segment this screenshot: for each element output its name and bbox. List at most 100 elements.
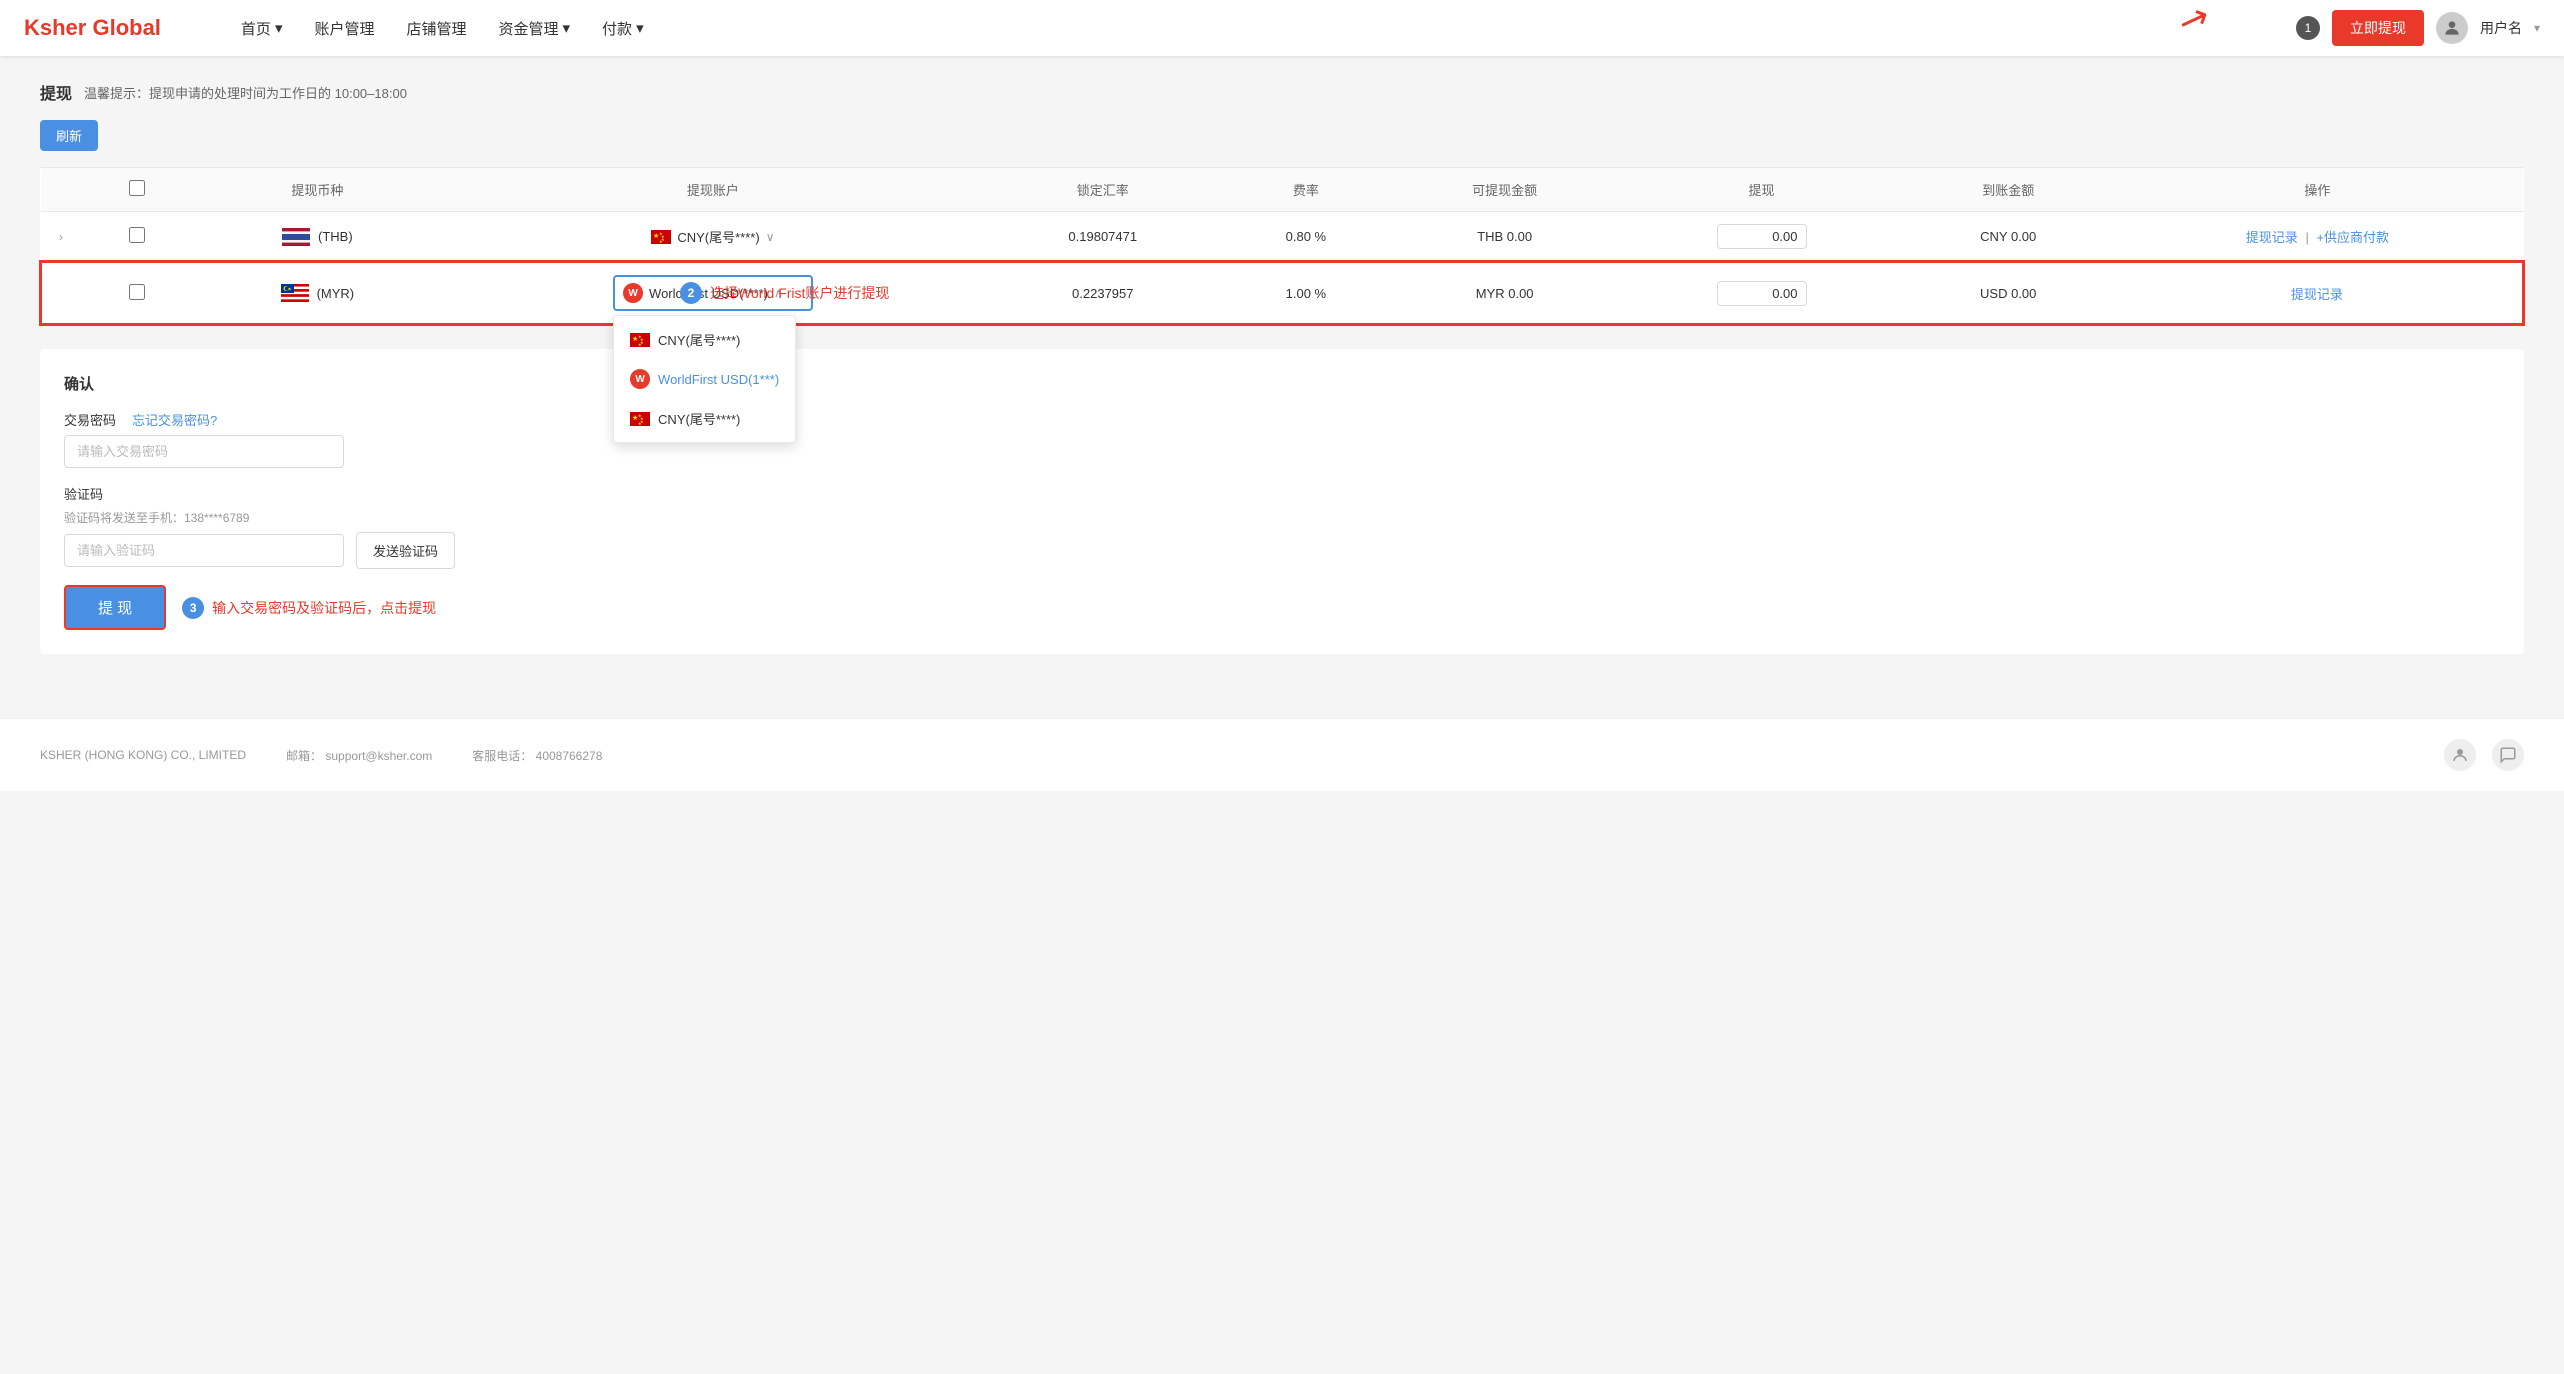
col-check (81, 168, 194, 212)
row-checkbox[interactable] (129, 227, 145, 243)
footer-company: KSHER (HONG KONG) CO., LIMITED (40, 748, 246, 762)
col-rate: 锁定汇率 (985, 168, 1221, 212)
action-cell: 提现记录 | +供应商付款 (2112, 212, 2523, 263)
notification-badge[interactable]: 1 (2296, 16, 2320, 40)
row-checkbox[interactable] (129, 284, 145, 300)
page-title: 提现 (40, 80, 72, 104)
dropdown-option-cny1[interactable]: ★ ★ ★ ★ ★ CNY(尾号****) (614, 320, 795, 359)
phone-hint: 验证码将发送至手机：138****6789 (64, 509, 2500, 526)
notice-text: 温馨提示：提现申请的处理时间为工作日的 10:00–18:00 (84, 83, 407, 102)
account-dropdown-menu: ★ ★ ★ ★ ★ CNY(尾号****) W (613, 315, 796, 443)
nav-funds[interactable]: 资金管理 ▾ (499, 18, 571, 39)
worldfirst-icon: W (623, 283, 643, 303)
currency-cell-myr: (MYR) (194, 262, 442, 324)
withdraw-record-link[interactable]: 提现记录 (2246, 230, 2298, 245)
table-row: › (THB) (41, 212, 2523, 263)
chevron-down-icon: ▾ (275, 19, 283, 37)
code-input[interactable] (64, 534, 344, 567)
password-input[interactable] (64, 435, 344, 468)
fee-rate-cell-myr: 1.00 % (1221, 262, 1391, 324)
main-content: 提现 温馨提示：提现申请的处理时间为工作日的 10:00–18:00 刷新 提现… (0, 56, 2564, 678)
thailand-flag-icon (282, 228, 310, 246)
logo: Ksher Global (24, 15, 161, 41)
svg-text:★: ★ (659, 239, 663, 244)
table-header: 提现币种 提现账户 锁定汇率 费率 可提现金额 提现 到账金额 操作 (41, 168, 2523, 212)
footer-user-icon (2444, 739, 2476, 771)
footer-email: 邮箱： support@ksher.com (286, 747, 432, 764)
code-row: 发送验证码 (64, 532, 2500, 569)
check-cell (81, 262, 194, 324)
footer: KSHER (HONG KONG) CO., LIMITED 邮箱： suppo… (0, 718, 2564, 791)
malaysia-flag-icon (281, 284, 309, 302)
password-label: 交易密码 (64, 410, 116, 429)
code-label: 验证码 (64, 484, 2500, 503)
dropdown-option-cny2[interactable]: ★ ★ ★ ★ ★ CNY(尾号****) (614, 399, 795, 438)
col-available: 可提现金额 (1391, 168, 1619, 212)
footer-phone: 客服电话： 4008766278 (472, 747, 602, 764)
withdraw-action-button[interactable]: 提 现 (64, 585, 166, 630)
main-nav: 首页 ▾ 账户管理 店铺管理 资金管理 ▾ 付款 ▾ (241, 18, 2296, 39)
col-fee: 费率 (1221, 168, 1391, 212)
col-withdraw: 提现 (1618, 168, 1904, 212)
nav-home[interactable]: 首页 ▾ (241, 18, 283, 39)
svg-text:★: ★ (638, 421, 642, 426)
refresh-button[interactable]: 刷新 (40, 120, 98, 151)
header-right: 1 立即提现 用户名 ▾ (2296, 10, 2540, 46)
withdraw-amount-cell-myr (1618, 262, 1904, 324)
withdraw-record-link-myr[interactable]: 提现记录 (2291, 287, 2343, 302)
nav-payment[interactable]: 付款 ▾ (602, 18, 644, 39)
withdraw-amount-input[interactable] (1717, 224, 1807, 249)
table-row-myr: (MYR) W WorldFirst USD(****) ∧ (41, 262, 2523, 324)
confirm-section: 确认 交易密码 忘记交易密码? 验证码 验证码将发送至手机：138****678… (40, 349, 2524, 654)
password-form-item: 交易密码 忘记交易密码? (64, 410, 2500, 468)
action-cell-myr: 提现记录 (2112, 262, 2523, 324)
withdraw-action-row: 提 现 3 输入交易密码及验证码后，点击提现 (64, 585, 2500, 630)
chevron-down-icon: ▾ (563, 19, 571, 37)
chevron-down-icon: ▾ (636, 19, 644, 37)
footer-icons (2444, 739, 2524, 771)
nav-store[interactable]: 店铺管理 (406, 18, 466, 39)
col-expand (41, 168, 81, 212)
code-form-item: 验证码 验证码将发送至手机：138****6789 发送验证码 (64, 484, 2500, 569)
withdraw-amount-input-myr[interactable] (1717, 281, 1807, 306)
annotation-text-2: 选择World Frist账户进行提现 (710, 283, 889, 303)
avatar[interactable] (2436, 12, 2468, 44)
select-all-checkbox[interactable] (129, 180, 145, 196)
col-action: 操作 (2112, 168, 2523, 212)
dropdown-option-wf[interactable]: W WorldFirst USD(1***) (614, 359, 795, 399)
user-name[interactable]: 用户名 (2480, 18, 2522, 38)
supplier-payment-link[interactable]: +供应商付款 (2316, 230, 2389, 245)
table: 提现币种 提现账户 锁定汇率 费率 可提现金额 提现 到账金额 操作 › (40, 167, 2524, 325)
withdraw-button[interactable]: 立即提现 (2332, 10, 2424, 46)
account-cell: ★ ★ ★ ★ ★ CNY(尾号****) ∨ (441, 212, 985, 263)
title-row: 提现 温馨提示：提现申请的处理时间为工作日的 10:00–18:00 (40, 80, 2524, 104)
exchange-rate-cell-myr: 0.2237957 (985, 262, 1221, 324)
annotation-bubble-3: 3 (182, 597, 204, 619)
cn-flag-icon: ★ ★ ★ ★ ★ (630, 333, 650, 347)
annotation-3: 3 输入交易密码及验证码后，点击提现 (182, 597, 436, 619)
chevron-down-icon[interactable]: ▾ (2534, 21, 2540, 35)
available-cell: THB 0.00 (1391, 212, 1619, 263)
arrival-amount-cell-myr: USD 0.00 (1905, 262, 2112, 324)
cn-flag-icon: ★ ★ ★ ★ ★ (630, 412, 650, 426)
withdraw-amount-cell (1618, 212, 1904, 263)
nav-account[interactable]: 账户管理 (314, 18, 374, 39)
worldfirst-logo-icon: W (630, 369, 650, 389)
header: Ksher Global 首页 ▾ 账户管理 店铺管理 资金管理 ▾ 付款 ▾ … (0, 0, 2564, 56)
available-cell-myr: MYR 0.00 (1391, 262, 1619, 324)
exchange-rate-cell: 0.19807471 (985, 212, 1221, 263)
annotation-text-3: 输入交易密码及验证码后，点击提现 (212, 598, 436, 618)
annotation-2: 2 选择World Frist账户进行提现 (680, 282, 889, 304)
cn-flag-icon: ★ ★ ★ ★ ★ (651, 230, 671, 244)
forgot-password-link[interactable]: 忘记交易密码? (132, 410, 217, 429)
fee-rate-cell: 0.80 % (1221, 212, 1391, 263)
dropdown-arrow-icon: ∨ (766, 230, 775, 244)
arrival-amount-cell: CNY 0.00 (1905, 212, 2112, 263)
col-currency: 提现币种 (194, 168, 442, 212)
expand-cell: › (41, 212, 81, 263)
send-code-button[interactable]: 发送验证码 (356, 532, 455, 569)
col-arrival: 到账金额 (1905, 168, 2112, 212)
annotation-bubble-2: 2 (680, 282, 702, 304)
expand-icon[interactable]: › (59, 230, 63, 244)
col-account: 提现账户 (441, 168, 985, 212)
